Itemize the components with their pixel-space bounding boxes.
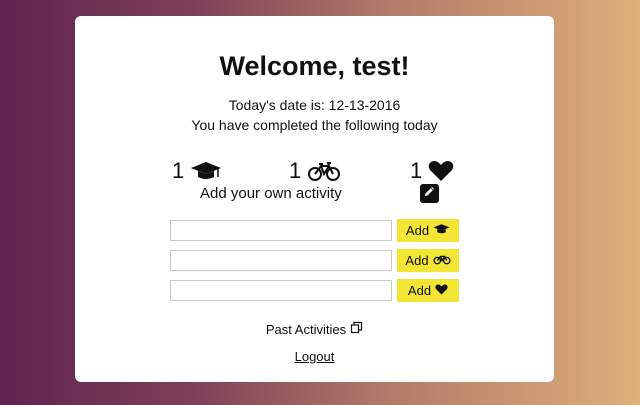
dashboard-card: Welcome, test! Today's date is: 12-13-20… xyxy=(75,16,554,382)
past-activities-label: Past Activities xyxy=(265,321,347,337)
bike-counter: 1 xyxy=(289,158,341,184)
add-study-label: Add xyxy=(405,223,430,238)
study-activity-input[interactable] xyxy=(170,220,392,241)
bicycle-icon xyxy=(432,253,451,268)
completed-line: You have completed the following today xyxy=(191,117,438,133)
bicycle-icon xyxy=(307,160,341,182)
past-activities-link[interactable]: Past Activities xyxy=(75,321,554,337)
bike-count: 1 xyxy=(289,158,302,183)
heart-activity-input[interactable] xyxy=(170,280,392,301)
heart-count: 1 xyxy=(410,158,423,183)
graduation-cap-icon xyxy=(433,223,450,238)
graduation-cap-icon xyxy=(190,160,222,182)
add-bike-label: Add xyxy=(405,253,429,268)
add-own-activity-label: Add your own activity xyxy=(200,185,342,202)
study-counter: 1 xyxy=(172,158,222,184)
logout-link[interactable]: Logout xyxy=(75,349,554,364)
copy-icon xyxy=(350,321,363,337)
date-line: Today's date is: 12-13-2016 xyxy=(228,97,401,113)
add-heart-label: Add xyxy=(407,283,432,298)
heart-icon xyxy=(428,160,454,182)
heart-icon xyxy=(435,283,448,298)
study-count: 1 xyxy=(172,158,185,183)
welcome-title: Welcome, test! xyxy=(219,51,410,81)
add-study-button[interactable]: Add xyxy=(397,219,459,242)
add-heart-button[interactable]: Add xyxy=(397,279,459,302)
pencil-icon xyxy=(423,185,436,203)
bike-activity-input[interactable] xyxy=(170,250,392,271)
heart-counter: 1 xyxy=(410,158,454,184)
add-bike-button[interactable]: Add xyxy=(397,249,459,272)
edit-activity-button[interactable] xyxy=(420,184,439,203)
